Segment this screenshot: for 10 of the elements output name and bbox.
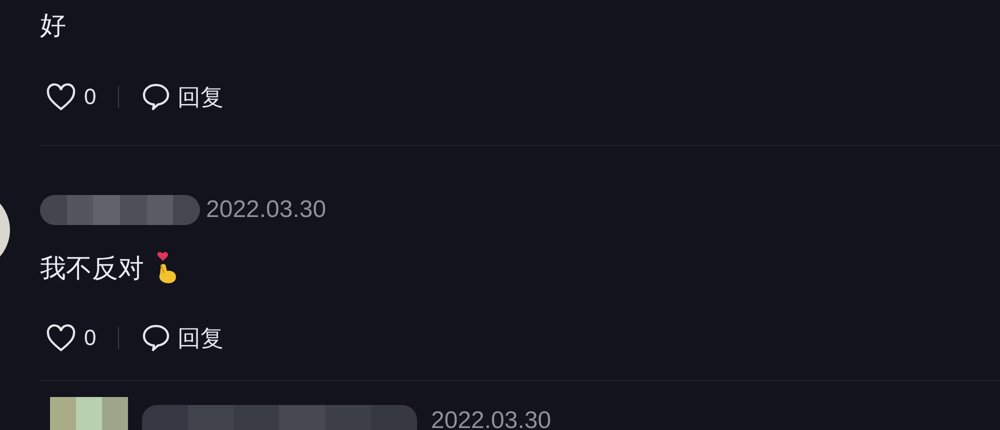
- like-button[interactable]: 0: [46, 324, 96, 352]
- speech-bubble-icon: [141, 82, 172, 112]
- comment-text: 好: [40, 10, 66, 42]
- like-button[interactable]: 0: [46, 83, 96, 111]
- reply-button[interactable]: 回复: [141, 82, 224, 112]
- comment-date: 2022.03.30: [206, 196, 326, 224]
- comment-text: 我不反对: [40, 252, 144, 286]
- comment-date: 2022.03.30: [431, 407, 552, 430]
- speech-bubble-icon: [141, 323, 172, 353]
- reply-button[interactable]: 回复: [141, 322, 224, 354]
